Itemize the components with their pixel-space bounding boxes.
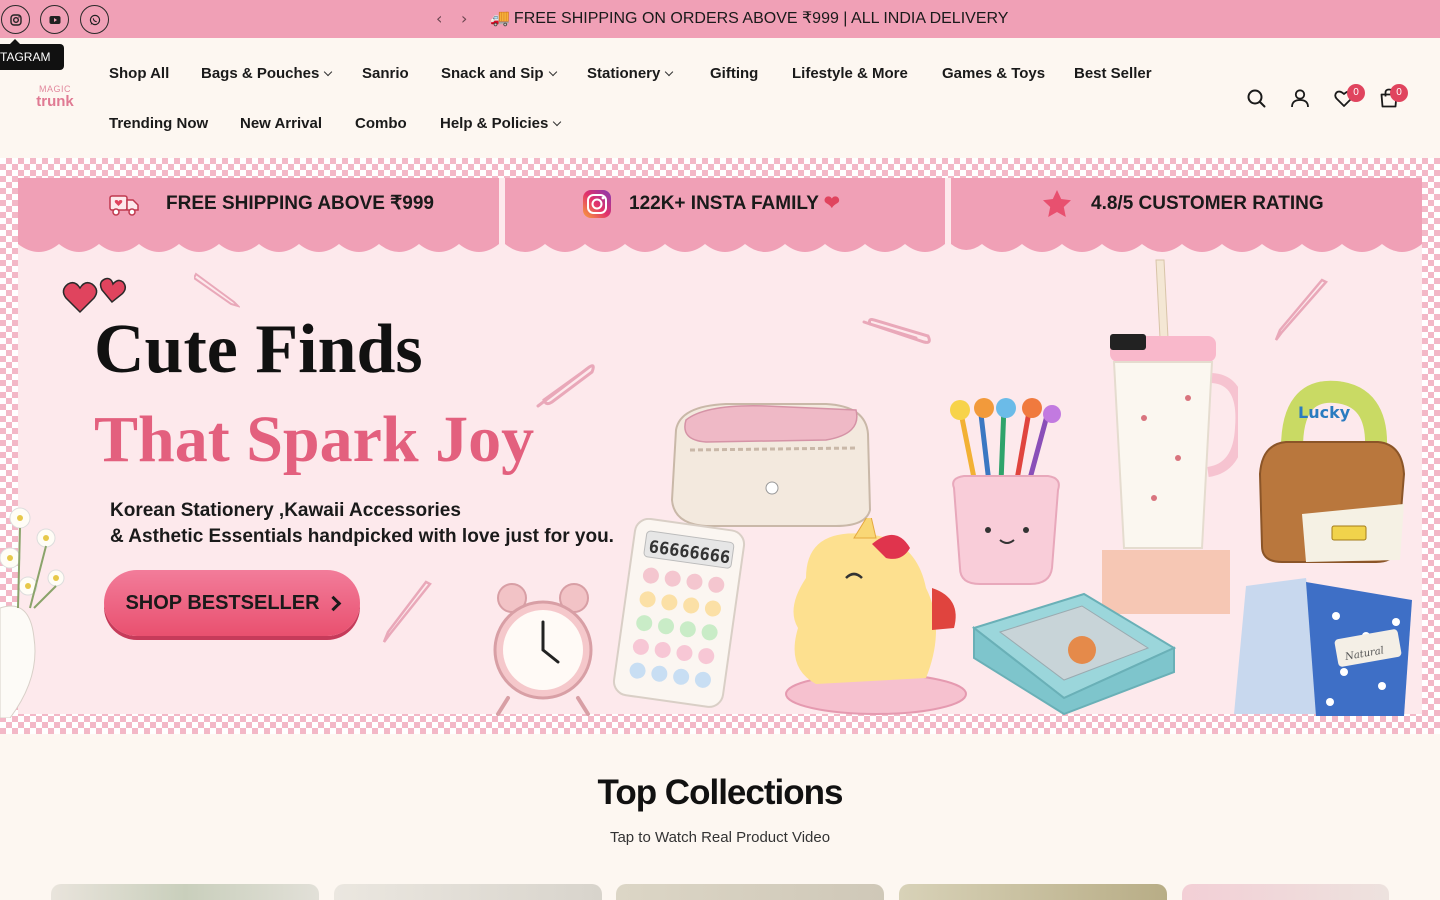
nav-trending-now[interactable]: Trending Now	[109, 114, 208, 134]
nav-label: Best Seller	[1074, 65, 1152, 82]
banner-free-shipping: FREE SHIPPING ABOVE ₹999	[18, 178, 499, 252]
nav-label: Games & Toys	[942, 65, 1046, 82]
user-icon[interactable]	[1289, 87, 1311, 109]
hero-description: Korean Stationery ,Kawaii Accessories & …	[110, 498, 614, 550]
nav-label: Shop All	[109, 65, 170, 82]
instagram-icon	[583, 190, 611, 218]
cart-count-badge: 0	[1390, 84, 1408, 102]
instagram-link[interactable]	[1, 5, 30, 34]
announcement-text: FREE SHIPPING ON ORDERS ABOVE ₹999 | ALL…	[513, 10, 1009, 27]
banner-text: 4.8/5 CUSTOMER RATING	[1091, 193, 1324, 214]
hero-description-line1: Korean Stationery ,Kawaii Accessories	[110, 500, 461, 521]
nav-help-policies[interactable]: Help & Policies	[440, 114, 562, 134]
chevron-down-icon	[548, 67, 557, 77]
nav-label: Stationery	[587, 65, 661, 82]
scallop-edge	[505, 240, 945, 252]
nav-stationery[interactable]: Stationery	[587, 64, 674, 84]
chevron-down-icon	[324, 67, 333, 77]
notebook-image: Natural	[1234, 578, 1412, 716]
hearts-doodle-icon	[62, 277, 126, 314]
chevron-right-icon	[325, 595, 341, 611]
hero-subtitle: That Spark Joy	[94, 403, 535, 476]
lunch-box-image	[971, 592, 1177, 716]
banner-text-wrap: 122K+ INSTA FAMILY ❤	[629, 192, 840, 216]
site-logo[interactable]: MAGIC trunk	[32, 84, 78, 114]
instagram-icon	[9, 13, 22, 26]
collection-video-card[interactable]	[334, 884, 602, 900]
wishlist-count-badge: 0	[1347, 84, 1365, 102]
banner-text: FREE SHIPPING ABOVE ₹999	[166, 193, 434, 214]
nav-lifestyle-more[interactable]: Lifestyle & More	[792, 64, 908, 84]
chevron-left-icon[interactable]: ‹	[436, 9, 442, 29]
nav-label: Combo	[355, 115, 407, 132]
collection-video-card[interactable]	[899, 884, 1167, 900]
whatsapp-link[interactable]	[80, 5, 109, 34]
tumbler-image	[1102, 259, 1238, 614]
scallop-edge	[18, 240, 499, 252]
hero-panel: FREE SHIPPING ABOVE ₹999 122K+ INSTA FAM…	[0, 178, 1422, 718]
nav-combo[interactable]: Combo	[355, 114, 407, 134]
nav-sanrio[interactable]: Sanrio	[362, 64, 409, 84]
nav-label: Help & Policies	[440, 115, 549, 132]
lucky-bag-image: Lucky	[1258, 380, 1406, 563]
paperclip-doodle-icon	[862, 318, 931, 344]
collection-video-card[interactable]	[1182, 884, 1389, 900]
pencil-doodle-icon	[194, 272, 240, 308]
nav-new-arrival[interactable]: New Arrival	[240, 114, 322, 134]
banner-text: 122K+ INSTA FAMILY	[629, 193, 819, 214]
pencil-pouch-image	[670, 403, 872, 527]
chevron-down-icon	[665, 67, 674, 77]
nav-label: Gifting	[710, 65, 759, 82]
hero-title: Cute Finds	[94, 311, 423, 388]
nav-label: Sanrio	[362, 65, 409, 82]
nav-label: New Arrival	[240, 115, 322, 132]
star-icon	[1043, 190, 1071, 217]
cta-label: SHOP BESTSELLER	[125, 591, 320, 614]
nav-best-seller[interactable]: Best Seller	[1074, 64, 1152, 84]
nav-shop-all[interactable]: Shop All	[109, 64, 169, 84]
announcement-text-wrap: 🚚 FREE SHIPPING ON ORDERS ABOVE ₹999 | AL…	[490, 9, 1008, 29]
delivery-truck-icon	[109, 195, 139, 216]
alarm-clock-image	[493, 583, 593, 716]
bag-tag-text: Lucky	[1298, 403, 1351, 422]
collection-video-card[interactable]	[51, 884, 319, 900]
chevron-right-icon[interactable]: ›	[461, 9, 467, 29]
banner-customer-rating: 4.8/5 CUSTOMER RATING	[951, 178, 1422, 252]
flower-vase-icon	[0, 507, 65, 718]
pencil-doodle-icon	[1274, 278, 1329, 341]
nav-games-toys[interactable]: Games & Toys	[942, 64, 1045, 84]
calculator-image: 66666666	[612, 518, 746, 708]
youtube-link[interactable]	[40, 5, 69, 34]
pencil-doodle-icon	[382, 580, 432, 643]
whatsapp-icon	[89, 14, 100, 25]
shop-bestseller-button[interactable]: SHOP BESTSELLER	[104, 570, 360, 636]
nav-label: Lifestyle & More	[792, 65, 908, 82]
pencil-cup-image	[950, 398, 1061, 585]
paperclip-doodle-icon	[536, 364, 595, 408]
hero-banner[interactable]: FREE SHIPPING ABOVE ₹999 122K+ INSTA FAM…	[0, 158, 1440, 734]
scallop-edge	[951, 240, 1422, 252]
nav-label: Trending Now	[109, 115, 209, 132]
nav-snack-and-sip[interactable]: Snack and Sip	[441, 64, 557, 84]
nav-label: Snack and Sip	[441, 65, 544, 82]
nav-label: Bags & Pouches	[201, 65, 320, 82]
nav-bags-pouches[interactable]: Bags & Pouches	[201, 64, 333, 84]
social-tooltip: TAGRAM	[0, 39, 65, 70]
collection-video-card[interactable]	[616, 884, 884, 900]
section-subtitle: Tap to Watch Real Product Video	[609, 829, 831, 846]
section-title: Top Collections	[597, 773, 844, 812]
nav-gifting[interactable]: Gifting	[710, 64, 758, 84]
announcement-bar: ‹ › 🚚 FREE SHIPPING ON ORDERS ABOVE ₹999 …	[0, 0, 1440, 38]
youtube-icon	[49, 15, 60, 24]
logo-bottom-text: trunk	[36, 93, 74, 110]
banner-insta-family: 122K+ INSTA FAMILY ❤	[505, 178, 945, 252]
truck-icon: 🚚	[490, 10, 510, 27]
search-icon[interactable]	[1245, 87, 1267, 109]
chevron-down-icon	[553, 117, 562, 127]
hero-description-line2: & Asthetic Essentials handpicked with lo…	[110, 526, 614, 547]
heart-icon: ❤	[823, 193, 840, 214]
